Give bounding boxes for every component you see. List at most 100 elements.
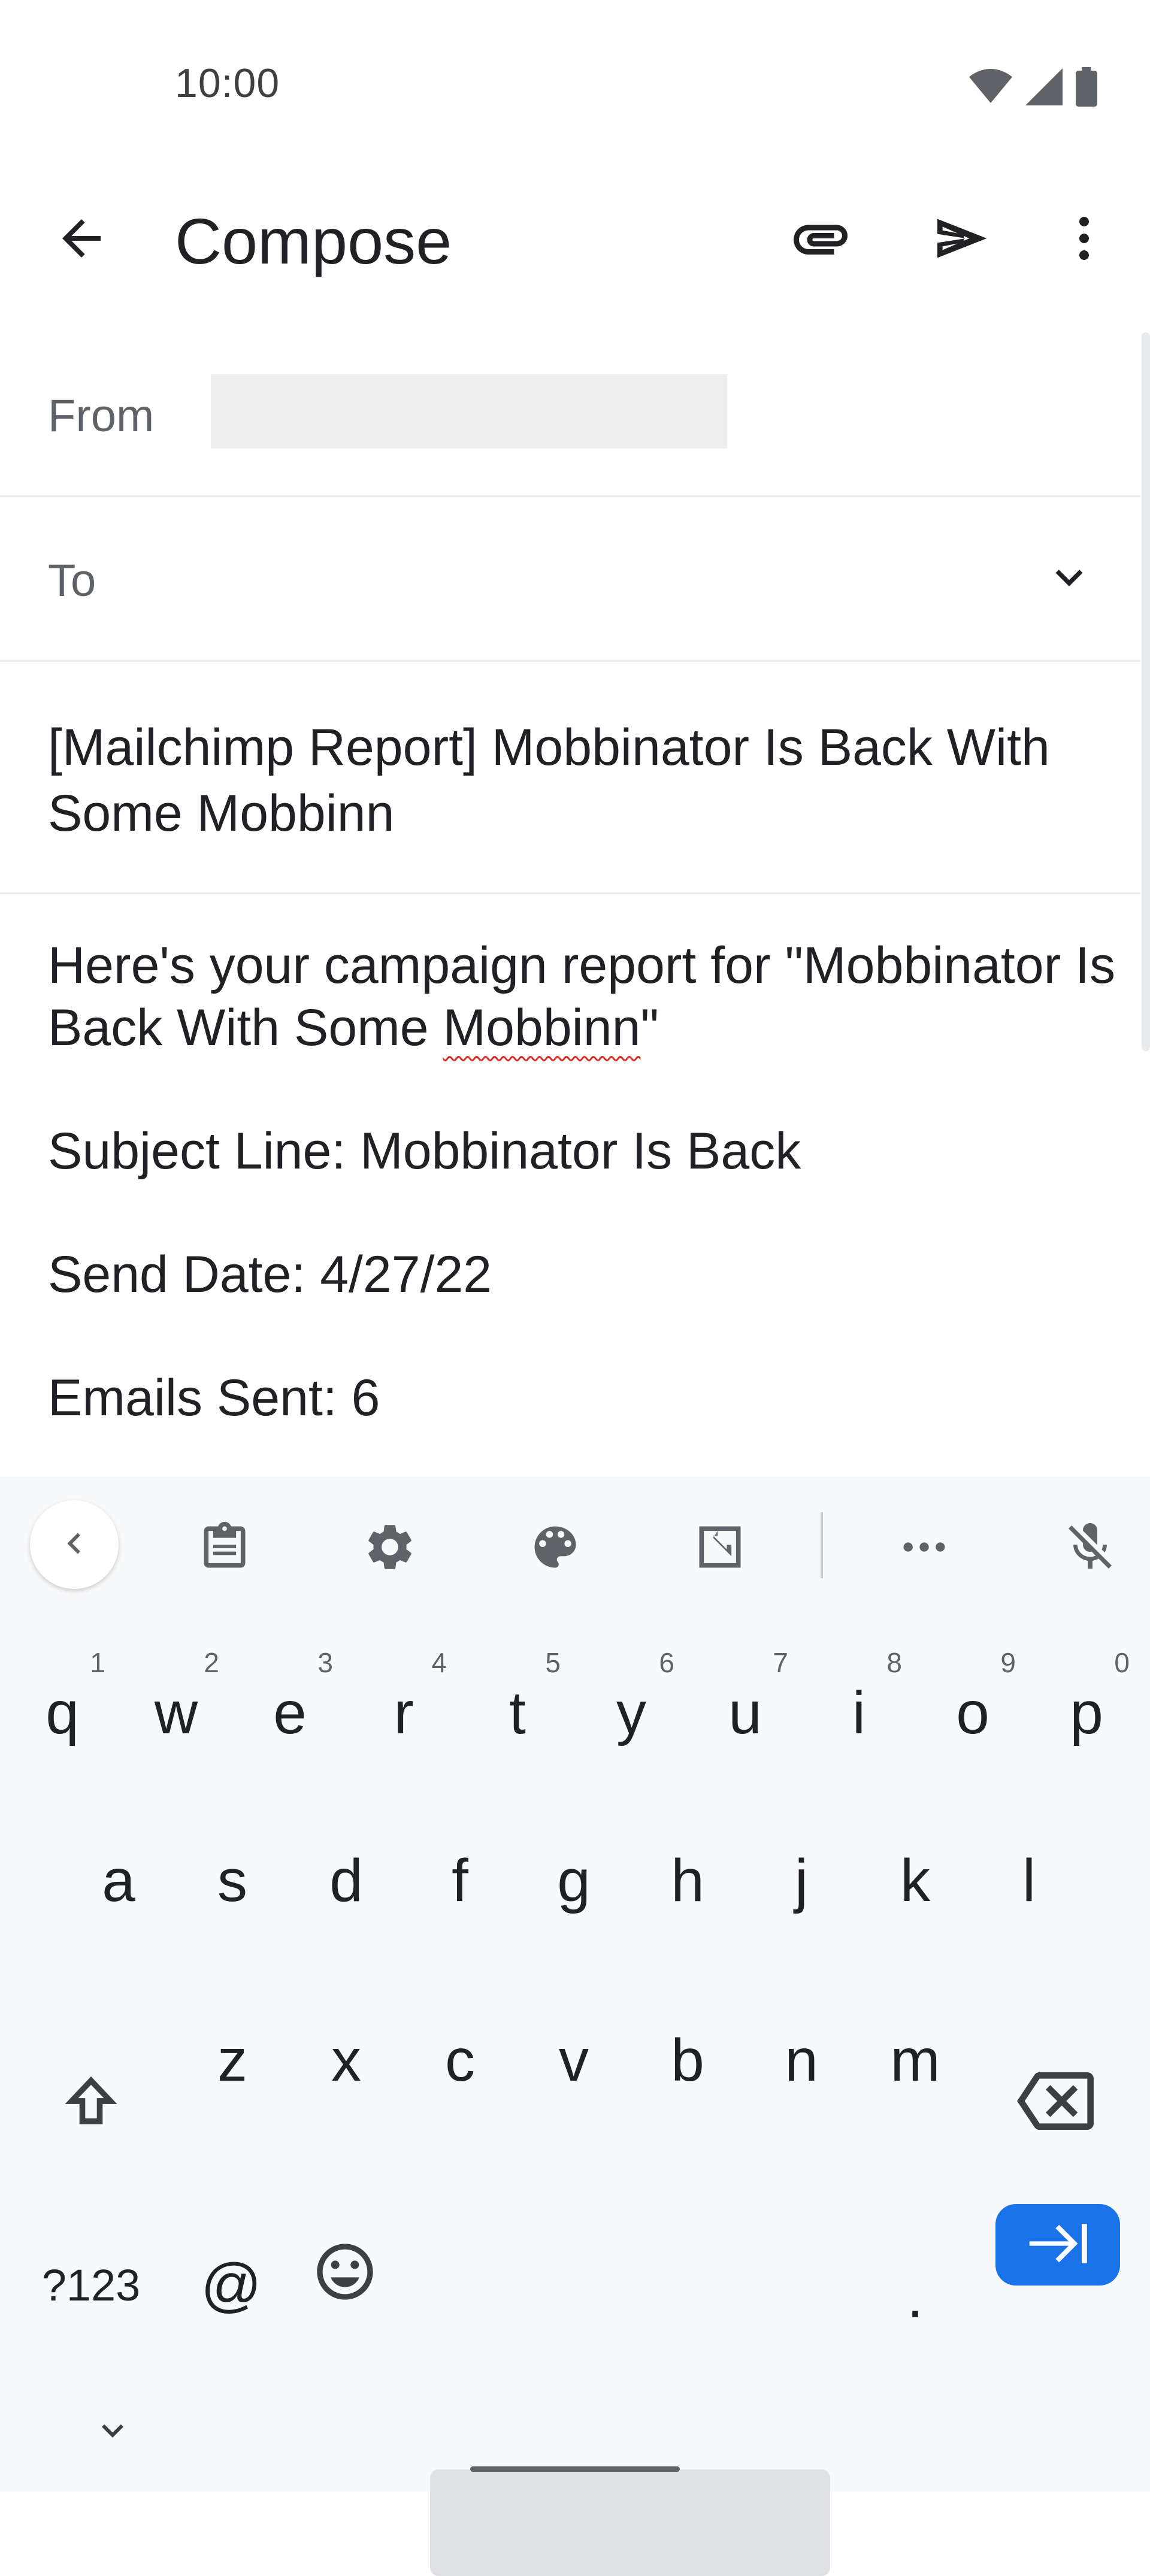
misspelled-word[interactable]: Mobbinn (443, 999, 641, 1057)
from-account-selector[interactable] (211, 374, 727, 449)
battery-icon (1076, 67, 1097, 107)
key-x[interactable]: x (290, 1985, 402, 2135)
key-q[interactable]: 1q (6, 1620, 119, 1770)
key-v[interactable]: v (518, 1985, 630, 2135)
period-key[interactable]: . (859, 2222, 972, 2372)
palette-icon (528, 1519, 583, 1578)
key-label: s (217, 1847, 247, 1914)
key-label: w (154, 1679, 198, 1746)
more-toolbar-button[interactable] (879, 1503, 969, 1593)
status-bar: 10:00 (0, 0, 1150, 162)
subject-row[interactable]: [Mailchimp Report] Mobbinator Is Back Wi… (0, 662, 1140, 894)
shift-key[interactable] (35, 2033, 147, 2183)
expand-recipients-button[interactable] (1021, 531, 1117, 626)
wifi-icon (969, 69, 1012, 105)
from-row: From (0, 332, 1140, 497)
enter-key[interactable] (995, 2204, 1120, 2286)
send-button[interactable] (913, 192, 1009, 287)
key-label: h (671, 1847, 704, 1914)
keyboard-keys: 1q2w3e4r5t6y7u8i9o0p asdfghjkl zxcvbnm ?… (0, 1611, 1150, 2576)
more-vert-icon (1055, 210, 1113, 270)
key-f[interactable]: f (404, 1806, 516, 1956)
clipboard-icon (197, 1519, 252, 1578)
key-c[interactable]: c (404, 1985, 516, 2135)
body-emails-sent: Emails Sent: 6 (48, 1369, 380, 1427)
key-h[interactable]: h (631, 1806, 744, 1956)
toolbar-collapse-button[interactable] (30, 1500, 119, 1589)
key-label: l (1022, 1847, 1036, 1914)
navigation-handle[interactable] (470, 2466, 680, 2472)
space-key[interactable] (430, 2469, 830, 2576)
period-key-label: . (907, 2263, 924, 2330)
key-e[interactable]: 3e (234, 1620, 346, 1770)
key-label: j (794, 1847, 809, 1914)
key-r[interactable]: 4r (347, 1620, 460, 1770)
key-b[interactable]: b (631, 1985, 744, 2135)
key-k[interactable]: k (859, 1806, 972, 1956)
chevron-down-icon (91, 2398, 134, 2466)
key-hint: 6 (659, 1647, 674, 1678)
key-i[interactable]: 8i (803, 1620, 915, 1770)
key-o[interactable]: 9o (916, 1620, 1029, 1770)
back-button[interactable] (34, 192, 129, 287)
resize-keyboard-button[interactable] (675, 1503, 765, 1593)
key-y[interactable]: 6y (575, 1620, 688, 1770)
back-arrow-icon (53, 210, 110, 270)
key-label: m (890, 2026, 940, 2094)
theme-button[interactable] (510, 1503, 600, 1593)
at-key-label: @ (201, 2251, 262, 2318)
key-hint: 2 (204, 1647, 219, 1678)
key-z[interactable]: z (176, 1985, 289, 2135)
key-l[interactable]: l (973, 1806, 1085, 1956)
settings-icon (362, 1519, 417, 1578)
symbols-key[interactable]: ?123 (35, 2210, 147, 2360)
to-row: To (0, 497, 1140, 662)
at-key[interactable]: @ (175, 2210, 288, 2360)
key-m[interactable]: m (859, 1985, 972, 2135)
key-label: t (509, 1679, 526, 1746)
settings-button[interactable] (345, 1503, 435, 1593)
key-label: p (1070, 1679, 1103, 1746)
hide-keyboard-button[interactable] (56, 2378, 169, 2486)
key-label: f (452, 1847, 468, 1914)
key-d[interactable]: d (290, 1806, 402, 1956)
scrollbar[interactable] (1142, 332, 1150, 1051)
key-a[interactable]: a (62, 1806, 175, 1956)
key-hint: 1 (90, 1647, 105, 1678)
key-j[interactable]: j (745, 1806, 858, 1956)
resize-icon (692, 1519, 748, 1578)
key-hint: 4 (431, 1647, 447, 1678)
key-label: i (852, 1679, 866, 1746)
body-send-date: Send Date: 4/27/22 (48, 1246, 492, 1303)
backspace-key[interactable] (999, 2033, 1112, 2183)
attach-button[interactable] (773, 192, 868, 287)
key-label: k (900, 1847, 930, 1914)
key-s[interactable]: s (176, 1806, 289, 1956)
to-label: To (48, 555, 96, 606)
key-p[interactable]: 0p (1030, 1620, 1143, 1770)
app-bar: Compose (0, 174, 1150, 305)
attach-icon (788, 206, 853, 274)
key-w[interactable]: 2w (120, 1620, 232, 1770)
shift-icon (56, 2066, 126, 2150)
key-u[interactable]: 7u (689, 1620, 801, 1770)
page-title: Compose (175, 205, 452, 277)
message-body[interactable]: Here's your campaign report for "Mobbina… (48, 934, 1126, 1429)
key-label: b (671, 2026, 704, 2094)
key-n[interactable]: n (745, 1985, 858, 2135)
backspace-icon (1017, 2063, 1094, 2154)
key-g[interactable]: g (518, 1806, 630, 1956)
key-hint: 3 (317, 1647, 333, 1678)
from-label: From (48, 391, 155, 441)
more-options-button[interactable] (1036, 192, 1132, 287)
key-label: d (329, 1847, 363, 1914)
key-label: n (785, 2026, 818, 2094)
subject-field[interactable]: [Mailchimp Report] Mobbinator Is Back Wi… (48, 715, 1126, 846)
to-field[interactable] (138, 539, 976, 617)
mic-off-icon (1061, 1518, 1119, 1579)
clipboard-button[interactable] (180, 1503, 270, 1593)
key-t[interactable]: 5t (461, 1620, 574, 1770)
voice-input-button[interactable] (1045, 1503, 1135, 1593)
emoji-key[interactable] (289, 2204, 401, 2354)
send-icon (930, 207, 992, 273)
